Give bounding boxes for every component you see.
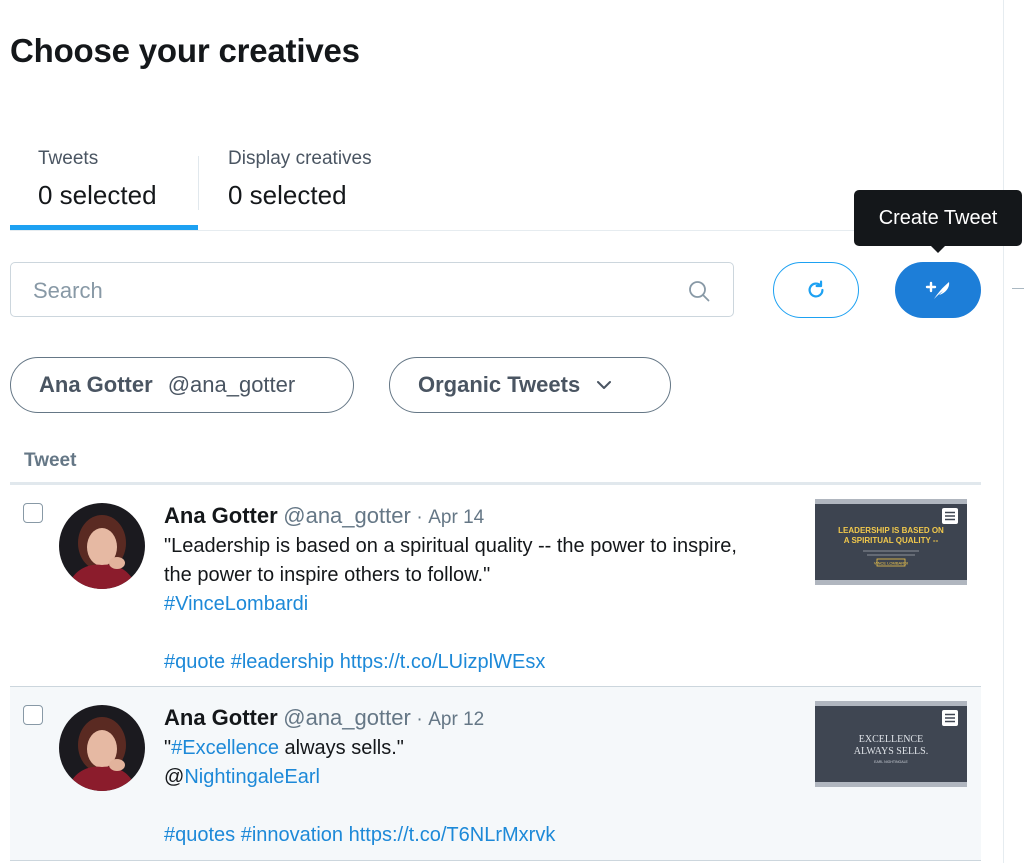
- thumbnail-text: VINCE LOMBARDI: [874, 561, 908, 566]
- create-tweet-tooltip: Create Tweet: [854, 190, 1022, 246]
- tweet-url-link[interactable]: https://t.co/T6NLrMxrvk: [349, 824, 556, 846]
- thumbnail-text: ALWAYS SELLS.: [854, 746, 928, 757]
- hashtag-link[interactable]: #quotes: [164, 824, 235, 846]
- chevron-down-icon: [597, 381, 612, 389]
- search-input[interactable]: [31, 263, 675, 318]
- hashtag-link[interactable]: #VinceLombardi: [164, 593, 308, 615]
- tweet-text-line: the power to inspire others to follow.": [164, 564, 491, 586]
- hashtag-link[interactable]: #quote: [164, 651, 225, 673]
- panel-edge-marker: [1012, 288, 1024, 289]
- tweet-text: always sells.": [278, 737, 404, 759]
- tweet-type-label: Organic Tweets: [418, 372, 581, 397]
- page-title: Choose your creatives: [10, 32, 360, 69]
- tweet-text-line: "#Excellence always sells.": [164, 734, 814, 763]
- tab-display-creatives[interactable]: Display creatives 0 selected: [228, 148, 372, 211]
- tweet-text-line: "Leadership is based on a spiritual qual…: [164, 535, 737, 557]
- avatar: [59, 503, 145, 589]
- mention-link[interactable]: NightingaleEarl: [184, 766, 320, 788]
- account-filter-pill[interactable]: Ana Gotter @ana_gotter: [10, 357, 354, 413]
- mention-at: @: [164, 766, 185, 788]
- tweet-author-name: Ana Gotter: [164, 705, 278, 730]
- tab-tweets-label: Tweets: [38, 148, 99, 169]
- tweet-content: Ana Gotter @ana_gotter · Apr 14 "Leaders…: [164, 501, 814, 677]
- account-name: Ana Gotter: [39, 372, 153, 397]
- tweet-checkbox[interactable]: [23, 503, 43, 523]
- tweet-media-thumbnail[interactable]: LEADERSHIP IS BASED ON A SPIRITUAL QUALI…: [815, 499, 967, 585]
- tweet-content: Ana Gotter @ana_gotter · Apr 12 "#Excell…: [164, 703, 814, 850]
- tweet-row[interactable]: Ana Gotter @ana_gotter · Apr 12 "#Excell…: [10, 687, 981, 861]
- refresh-icon: [808, 280, 824, 298]
- tab-tweets-count: 0 selected: [38, 180, 157, 210]
- thumbnail-text: EXCELLENCE: [859, 734, 923, 745]
- tooltip-arrow: [930, 245, 946, 253]
- search-box[interactable]: [10, 262, 734, 318]
- refresh-button[interactable]: [773, 262, 859, 318]
- tweet-author-name: Ana Gotter: [164, 503, 278, 528]
- tweet-row[interactable]: Ana Gotter @ana_gotter · Apr 14 "Leaders…: [10, 485, 981, 687]
- tweet-author-handle: @ana_gotter: [283, 705, 411, 730]
- column-header-tweet: Tweet: [24, 450, 77, 471]
- tweet-separator: ·: [416, 709, 423, 730]
- tweet-separator: ·: [416, 507, 423, 528]
- tab-display-creatives-label: Display creatives: [228, 148, 372, 169]
- tab-display-creatives-count: 0 selected: [228, 180, 347, 210]
- tweet-checkbox[interactable]: [23, 705, 43, 725]
- tab-tweets[interactable]: Tweets 0 selected: [38, 148, 157, 211]
- tweet-text-line: @NightingaleEarl: [164, 763, 814, 792]
- tweet-date: Apr 14: [428, 507, 485, 528]
- tweet-author-handle: @ana_gotter: [283, 503, 411, 528]
- thumbnail-text: A SPIRITUAL QUALITY --: [844, 536, 939, 545]
- hashtag-link[interactable]: #Excellence: [171, 737, 279, 759]
- tweet-media-thumbnail[interactable]: EXCELLENCE ALWAYS SELLS. EARL NIGHTINGAL…: [815, 701, 967, 787]
- hashtag-link[interactable]: #leadership: [231, 651, 334, 673]
- thumbnail-text: EARL NIGHTINGALE: [874, 760, 908, 764]
- avatar: [59, 705, 145, 791]
- tweet-type-dropdown[interactable]: Organic Tweets: [389, 357, 671, 413]
- tweet-url-link[interactable]: https://t.co/LUizplWEsx: [340, 651, 546, 673]
- account-handle: @ana_gotter: [167, 372, 296, 397]
- thumbnail-text: LEADERSHIP IS BASED ON: [838, 526, 944, 535]
- right-panel-divider: [1003, 0, 1004, 863]
- tweet-date: Apr 12: [428, 709, 485, 730]
- document-icon: [942, 508, 958, 524]
- document-icon: [942, 710, 958, 726]
- hashtag-link[interactable]: #innovation: [241, 824, 343, 846]
- compose-feather-icon: [925, 281, 950, 299]
- search-icon[interactable]: [687, 279, 711, 303]
- tab-separator: [198, 156, 199, 210]
- create-tweet-button[interactable]: [895, 262, 981, 318]
